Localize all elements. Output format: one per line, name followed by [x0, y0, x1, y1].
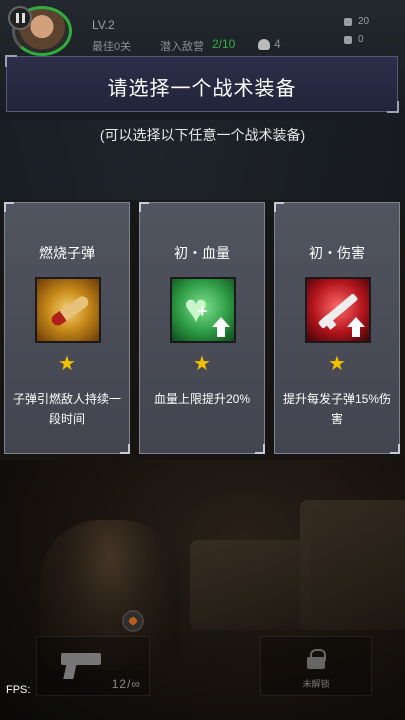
mission-label: 潜入敌营	[160, 41, 204, 53]
card-description: 子弹引燃敌人持续一段时间	[12, 392, 121, 426]
resource-2: 0	[344, 34, 364, 45]
dialog-subtitle: (可以选择以下任意一个战术装备)	[99, 127, 306, 143]
card-title: 初・伤害	[309, 245, 365, 261]
health-up-icon: ♥ +	[170, 277, 236, 343]
card-description: 血量上限提升20%	[153, 392, 251, 406]
ammo-count: 12/∞	[111, 677, 141, 691]
equipment-card-health[interactable]: 初・血量 ♥ + ★ 血量上限提升20%	[139, 202, 265, 454]
dialog-title: 请选择一个战术装备	[107, 78, 297, 100]
star-icon: ★	[328, 353, 346, 375]
dialog-title-panel: 请选择一个战术装备	[5, 55, 399, 113]
lock-icon	[307, 649, 326, 669]
card-title: 初・血量	[174, 245, 230, 261]
resource-icon	[344, 17, 352, 26]
best-stage-label: 最佳0关	[92, 41, 132, 53]
weapon-slot-locked[interactable]: 未解锁	[260, 636, 372, 696]
kill-count: 4	[274, 37, 281, 51]
pistol-grip	[63, 663, 77, 679]
equipment-choices: 燃烧子弹 ★ 子弹引燃敌人持续一段时间 初・血量 ♥ + ★ 血量上限提升20% …	[4, 202, 401, 454]
mission-progress: 2/10	[212, 37, 236, 51]
pause-button[interactable]	[8, 6, 32, 30]
resource-value: 0	[358, 34, 364, 45]
equipment-card-damage[interactable]: 初・伤害 ★ 提升每发子弹15%伤害	[274, 202, 400, 454]
incendiary-bullet-icon	[35, 277, 101, 343]
star-icon: ★	[193, 353, 211, 375]
fps-label: FPS:	[6, 684, 31, 696]
damage-up-icon	[305, 277, 371, 343]
player-level: LV.2	[92, 18, 115, 32]
equipment-card-incendiary[interactable]: 燃烧子弹 ★ 子弹引燃敌人持续一段时间	[4, 202, 130, 454]
target-icon	[122, 610, 144, 632]
card-title: 燃烧子弹	[39, 245, 95, 261]
top-hud: LV.2 最佳0关 潜入敌营 2/10 4 20 0	[0, 0, 405, 60]
star-icon: ★	[58, 353, 76, 375]
resource-icon	[344, 35, 352, 44]
locked-label: 未解锁	[302, 679, 330, 689]
resource-1: 20	[344, 16, 369, 27]
weapon-slot-pistol[interactable]: 12/∞	[36, 636, 150, 696]
skull-icon	[258, 39, 270, 50]
card-description: 提升每发子弹15%伤害	[282, 392, 392, 426]
resource-value: 20	[358, 16, 370, 27]
